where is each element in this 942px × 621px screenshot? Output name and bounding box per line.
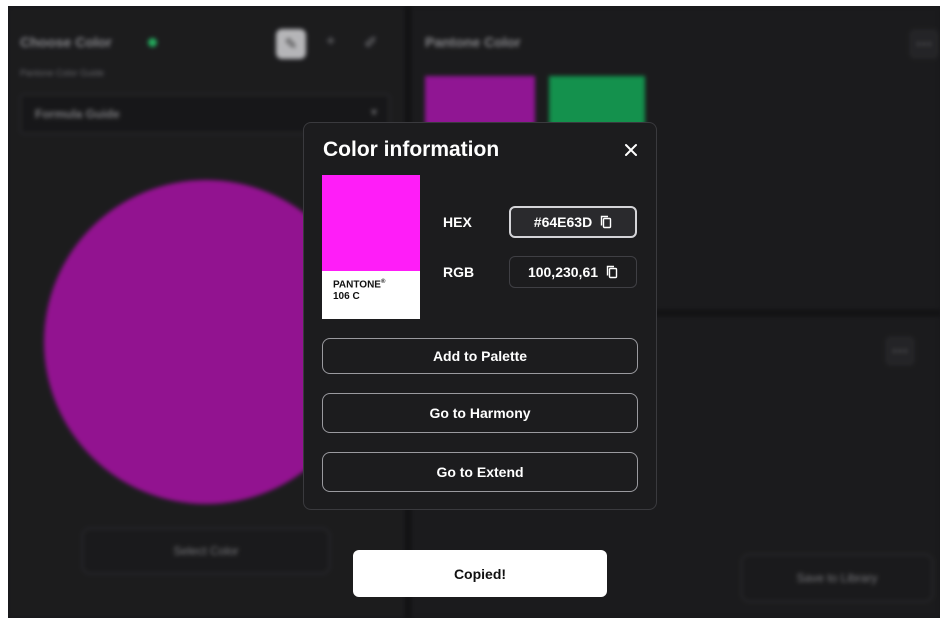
close-button[interactable] [620, 139, 642, 161]
copy-icon [606, 265, 618, 279]
hex-value: #64E63D [533, 214, 593, 230]
close-icon [625, 144, 637, 156]
pantone-chip-color [322, 175, 420, 271]
rgb-copy-button[interactable]: 100,230,61 [509, 256, 637, 288]
registered-mark: ® [380, 279, 386, 285]
pantone-chip: PANTONE® 106 C [322, 175, 420, 319]
copied-toast: Copied! [353, 550, 607, 597]
pantone-chip-label: PANTONE® 106 C [333, 276, 385, 303]
go-to-harmony-button[interactable]: Go to Harmony [322, 393, 638, 433]
color-information-dialog: Color information PANTONE® 106 C HEX #64… [303, 122, 657, 510]
copy-icon [600, 215, 612, 229]
rgb-value: 100,230,61 [527, 264, 599, 280]
toast-message: Copied! [453, 565, 507, 582]
go-to-extend-button[interactable]: Go to Extend [322, 452, 638, 492]
pantone-code: 106 C [333, 291, 360, 303]
hex-label: HEX [443, 214, 472, 230]
hex-copy-button[interactable]: #64E63D [509, 206, 637, 238]
dialog-title: Color information [323, 138, 500, 161]
rgb-label: RGB [443, 264, 475, 280]
pantone-brand: PANTONE [333, 279, 381, 291]
add-to-palette-button[interactable]: Add to Palette [322, 338, 638, 374]
